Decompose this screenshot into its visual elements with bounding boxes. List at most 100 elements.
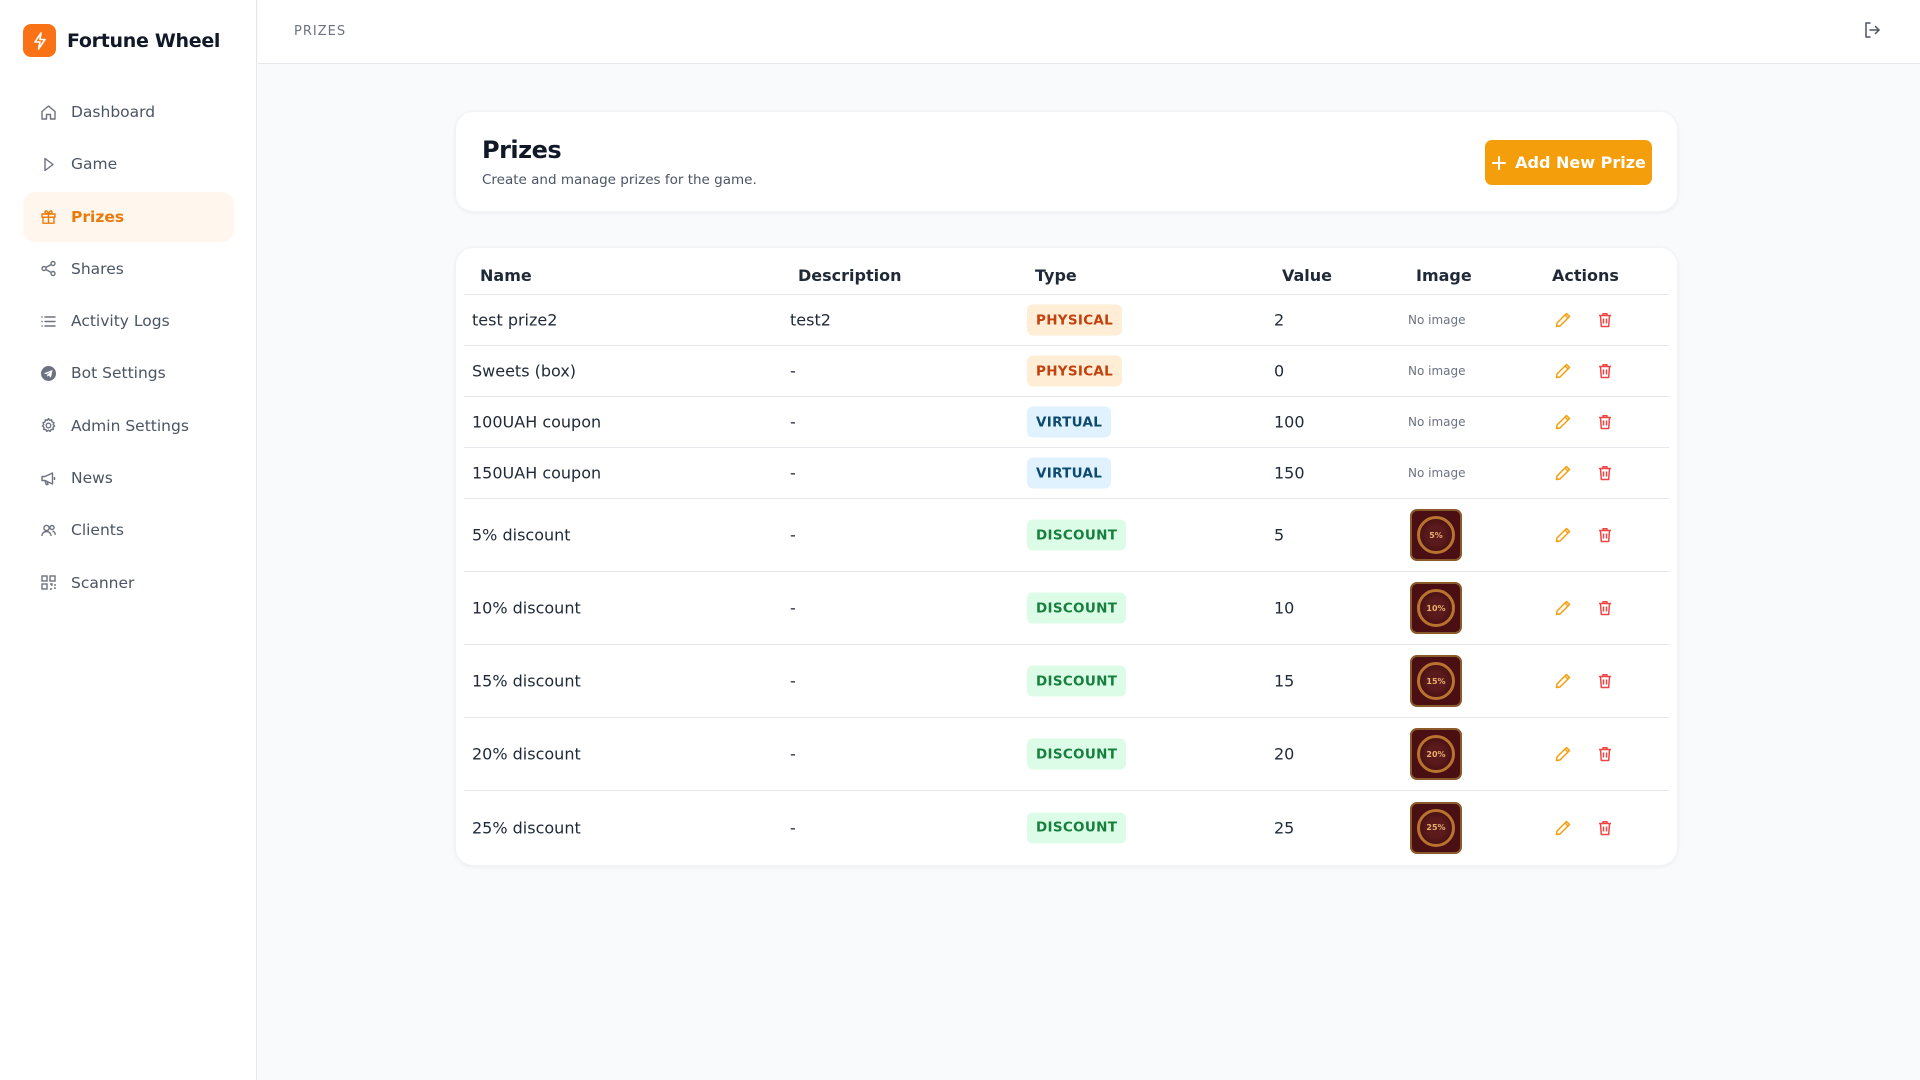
sidebar-item-news[interactable]: News xyxy=(23,453,234,503)
table-row: 10% discount - DISCOUNT 10 10% xyxy=(464,572,1669,645)
page-title: Prizes xyxy=(482,136,562,164)
table-row: test prize2 test2 PHYSICAL 2 No image xyxy=(464,295,1669,346)
no-image-label: No image xyxy=(1408,415,1466,429)
edit-icon[interactable] xyxy=(1553,671,1573,691)
breadcrumb: PRIZES xyxy=(294,24,347,39)
wheel-ring: 10% xyxy=(1417,589,1455,627)
column-header-name: Name xyxy=(480,266,532,285)
prize-description: - xyxy=(790,361,796,381)
prize-value: 15 xyxy=(1274,671,1295,691)
sidebar-item-label: Admin Settings xyxy=(71,416,189,435)
prize-name: 20% discount xyxy=(472,744,581,764)
delete-icon[interactable] xyxy=(1595,310,1615,330)
sidebar-item-scanner[interactable]: Scanner xyxy=(23,558,234,608)
prize-image-thumbnail: 15% xyxy=(1410,655,1462,707)
prize-image-percent: 25% xyxy=(1426,823,1446,832)
gear-icon xyxy=(39,417,57,435)
prize-value: 20 xyxy=(1274,744,1295,764)
sidebar-item-game[interactable]: Game xyxy=(23,139,234,189)
sidebar-item-label: News xyxy=(71,469,113,488)
sidebar-item-label: Clients xyxy=(71,521,124,540)
prize-description: - xyxy=(790,744,796,764)
no-image-label: No image xyxy=(1408,364,1466,378)
edit-icon[interactable] xyxy=(1553,598,1573,618)
sidebar-item-label: Scanner xyxy=(71,573,135,592)
prize-value: 25 xyxy=(1274,818,1295,837)
brand[interactable]: Fortune Wheel xyxy=(23,24,220,57)
prize-description: - xyxy=(790,818,796,837)
table-row: 15% discount - DISCOUNT 15 15% xyxy=(464,645,1669,718)
table-row: 150UAH coupon - VIRTUAL 150 No image xyxy=(464,448,1669,499)
sidebar-item-activity-logs[interactable]: Activity Logs xyxy=(23,296,234,346)
sidebar-item-prizes[interactable]: Prizes xyxy=(23,191,234,242)
sidebar-item-admin-settings[interactable]: Admin Settings xyxy=(23,401,234,451)
table-row: 25% discount - DISCOUNT 25 25% xyxy=(464,791,1669,864)
prize-value: 2 xyxy=(1274,310,1285,330)
logout-icon[interactable] xyxy=(1862,20,1884,42)
wheel-ring: 5% xyxy=(1417,516,1455,554)
list-icon xyxy=(39,312,57,330)
prize-type-badge: DISCOUNT xyxy=(1027,812,1127,843)
no-image-label: No image xyxy=(1408,313,1466,327)
edit-icon[interactable] xyxy=(1553,361,1573,381)
prize-type-badge: VIRTUAL xyxy=(1027,457,1112,489)
qr-code-icon xyxy=(39,574,57,592)
delete-icon[interactable] xyxy=(1595,463,1615,483)
column-header-description: Description xyxy=(798,266,902,285)
prize-description: - xyxy=(790,598,796,618)
users-icon xyxy=(39,521,57,539)
edit-icon[interactable] xyxy=(1553,525,1573,545)
no-image-label: No image xyxy=(1408,466,1466,480)
prize-description: - xyxy=(790,463,796,483)
delete-icon[interactable] xyxy=(1595,525,1615,545)
column-header-type: Type xyxy=(1035,266,1077,285)
prize-description: test2 xyxy=(790,310,831,330)
sidebar-item-label: Game xyxy=(71,155,118,174)
sidebar-item-label: Bot Settings xyxy=(71,364,166,383)
edit-icon[interactable] xyxy=(1553,818,1573,838)
sidebar-item-shares[interactable]: Shares xyxy=(23,244,234,294)
table-row: 100UAH coupon - VIRTUAL 100 No image xyxy=(464,397,1669,448)
edit-icon[interactable] xyxy=(1553,310,1573,330)
sidebar-item-dashboard[interactable]: Dashboard xyxy=(23,87,234,137)
sidebar-nav: Dashboard Game Prizes Shares Activity Lo… xyxy=(23,87,234,610)
gift-icon xyxy=(39,208,57,226)
delete-icon[interactable] xyxy=(1595,744,1615,764)
column-header-value: Value xyxy=(1282,266,1333,285)
bolt-logo-icon xyxy=(23,24,56,57)
edit-icon[interactable] xyxy=(1553,463,1573,483)
delete-icon[interactable] xyxy=(1595,671,1615,691)
prize-value: 150 xyxy=(1274,463,1305,483)
prize-name: 150UAH coupon xyxy=(472,463,602,483)
delete-icon[interactable] xyxy=(1595,598,1615,618)
prize-value: 0 xyxy=(1274,361,1285,381)
megaphone-icon xyxy=(39,469,57,487)
sidebar: Fortune Wheel Dashboard Game Prizes Shar… xyxy=(0,0,257,1080)
play-icon xyxy=(39,155,57,173)
edit-icon[interactable] xyxy=(1553,412,1573,432)
prize-type-badge: PHYSICAL xyxy=(1027,304,1123,336)
prize-description: - xyxy=(790,671,796,691)
edit-icon[interactable] xyxy=(1553,744,1573,764)
prize-description: - xyxy=(790,525,796,545)
prize-image-thumbnail: 20% xyxy=(1410,728,1462,780)
column-header-actions: Actions xyxy=(1552,266,1619,285)
prize-image-percent: 20% xyxy=(1426,749,1446,759)
add-new-prize-label: Add New Prize xyxy=(1515,153,1646,172)
delete-icon[interactable] xyxy=(1595,818,1615,838)
telegram-icon xyxy=(39,364,57,382)
sidebar-item-label: Shares xyxy=(71,259,124,278)
sidebar-item-bot-settings[interactable]: Bot Settings xyxy=(23,348,234,398)
prize-type-badge: DISCOUNT xyxy=(1027,665,1127,697)
delete-icon[interactable] xyxy=(1595,361,1615,381)
prize-image-thumbnail: 25% xyxy=(1410,801,1462,854)
prize-type-badge: DISCOUNT xyxy=(1027,519,1127,551)
sidebar-item-clients[interactable]: Clients xyxy=(23,505,234,555)
prize-image-percent: 5% xyxy=(1429,530,1443,540)
table-row: 20% discount - DISCOUNT 20 20% xyxy=(464,718,1669,791)
delete-icon[interactable] xyxy=(1595,412,1615,432)
prize-value: 100 xyxy=(1274,412,1305,432)
add-new-prize-button[interactable]: Add New Prize xyxy=(1485,140,1652,185)
table-header: Name Description Type Value Image Action… xyxy=(464,248,1669,295)
prize-name: 10% discount xyxy=(472,598,581,618)
